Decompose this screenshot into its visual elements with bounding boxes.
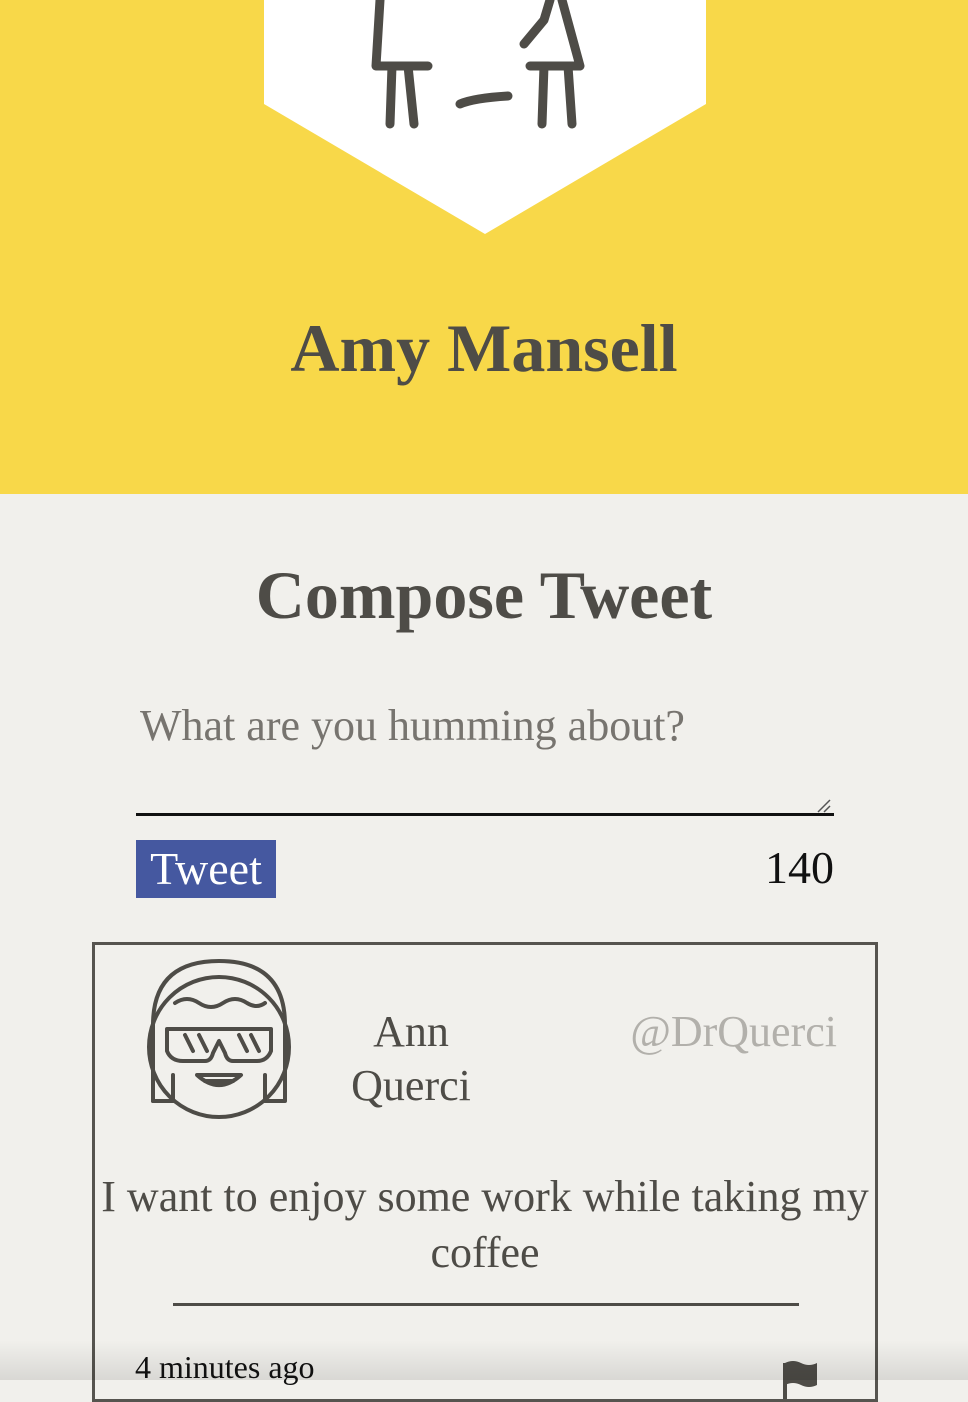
tweet-input[interactable] bbox=[136, 690, 834, 816]
profile-avatar bbox=[264, 0, 706, 234]
author-avatar[interactable] bbox=[147, 955, 293, 1123]
tweet-card: Ann Querci @DrQuerci I want to enjoy som… bbox=[92, 942, 878, 1402]
profile-name: Amy Mansell bbox=[290, 310, 678, 386]
author-name: Ann Querci bbox=[351, 1007, 471, 1110]
tweet-button[interactable]: Tweet bbox=[136, 840, 276, 898]
woman-with-glasses-avatar-icon bbox=[147, 959, 291, 1119]
card-divider bbox=[173, 1303, 799, 1306]
char-counter: 140 bbox=[765, 842, 834, 893]
resize-grip-icon[interactable] bbox=[816, 798, 832, 814]
compose-title: Compose Tweet bbox=[255, 557, 713, 633]
author-handle[interactable]: @DrQuerci bbox=[581, 1005, 837, 1059]
profile-header: Amy Mansell bbox=[0, 0, 968, 494]
tweet-content: I want to enjoy some work while taking m… bbox=[101, 1172, 869, 1277]
flag-icon[interactable] bbox=[783, 1359, 819, 1399]
person-avatar-icon bbox=[264, 0, 706, 234]
tweet-timestamp: 4 minutes ago bbox=[135, 1349, 315, 1385]
